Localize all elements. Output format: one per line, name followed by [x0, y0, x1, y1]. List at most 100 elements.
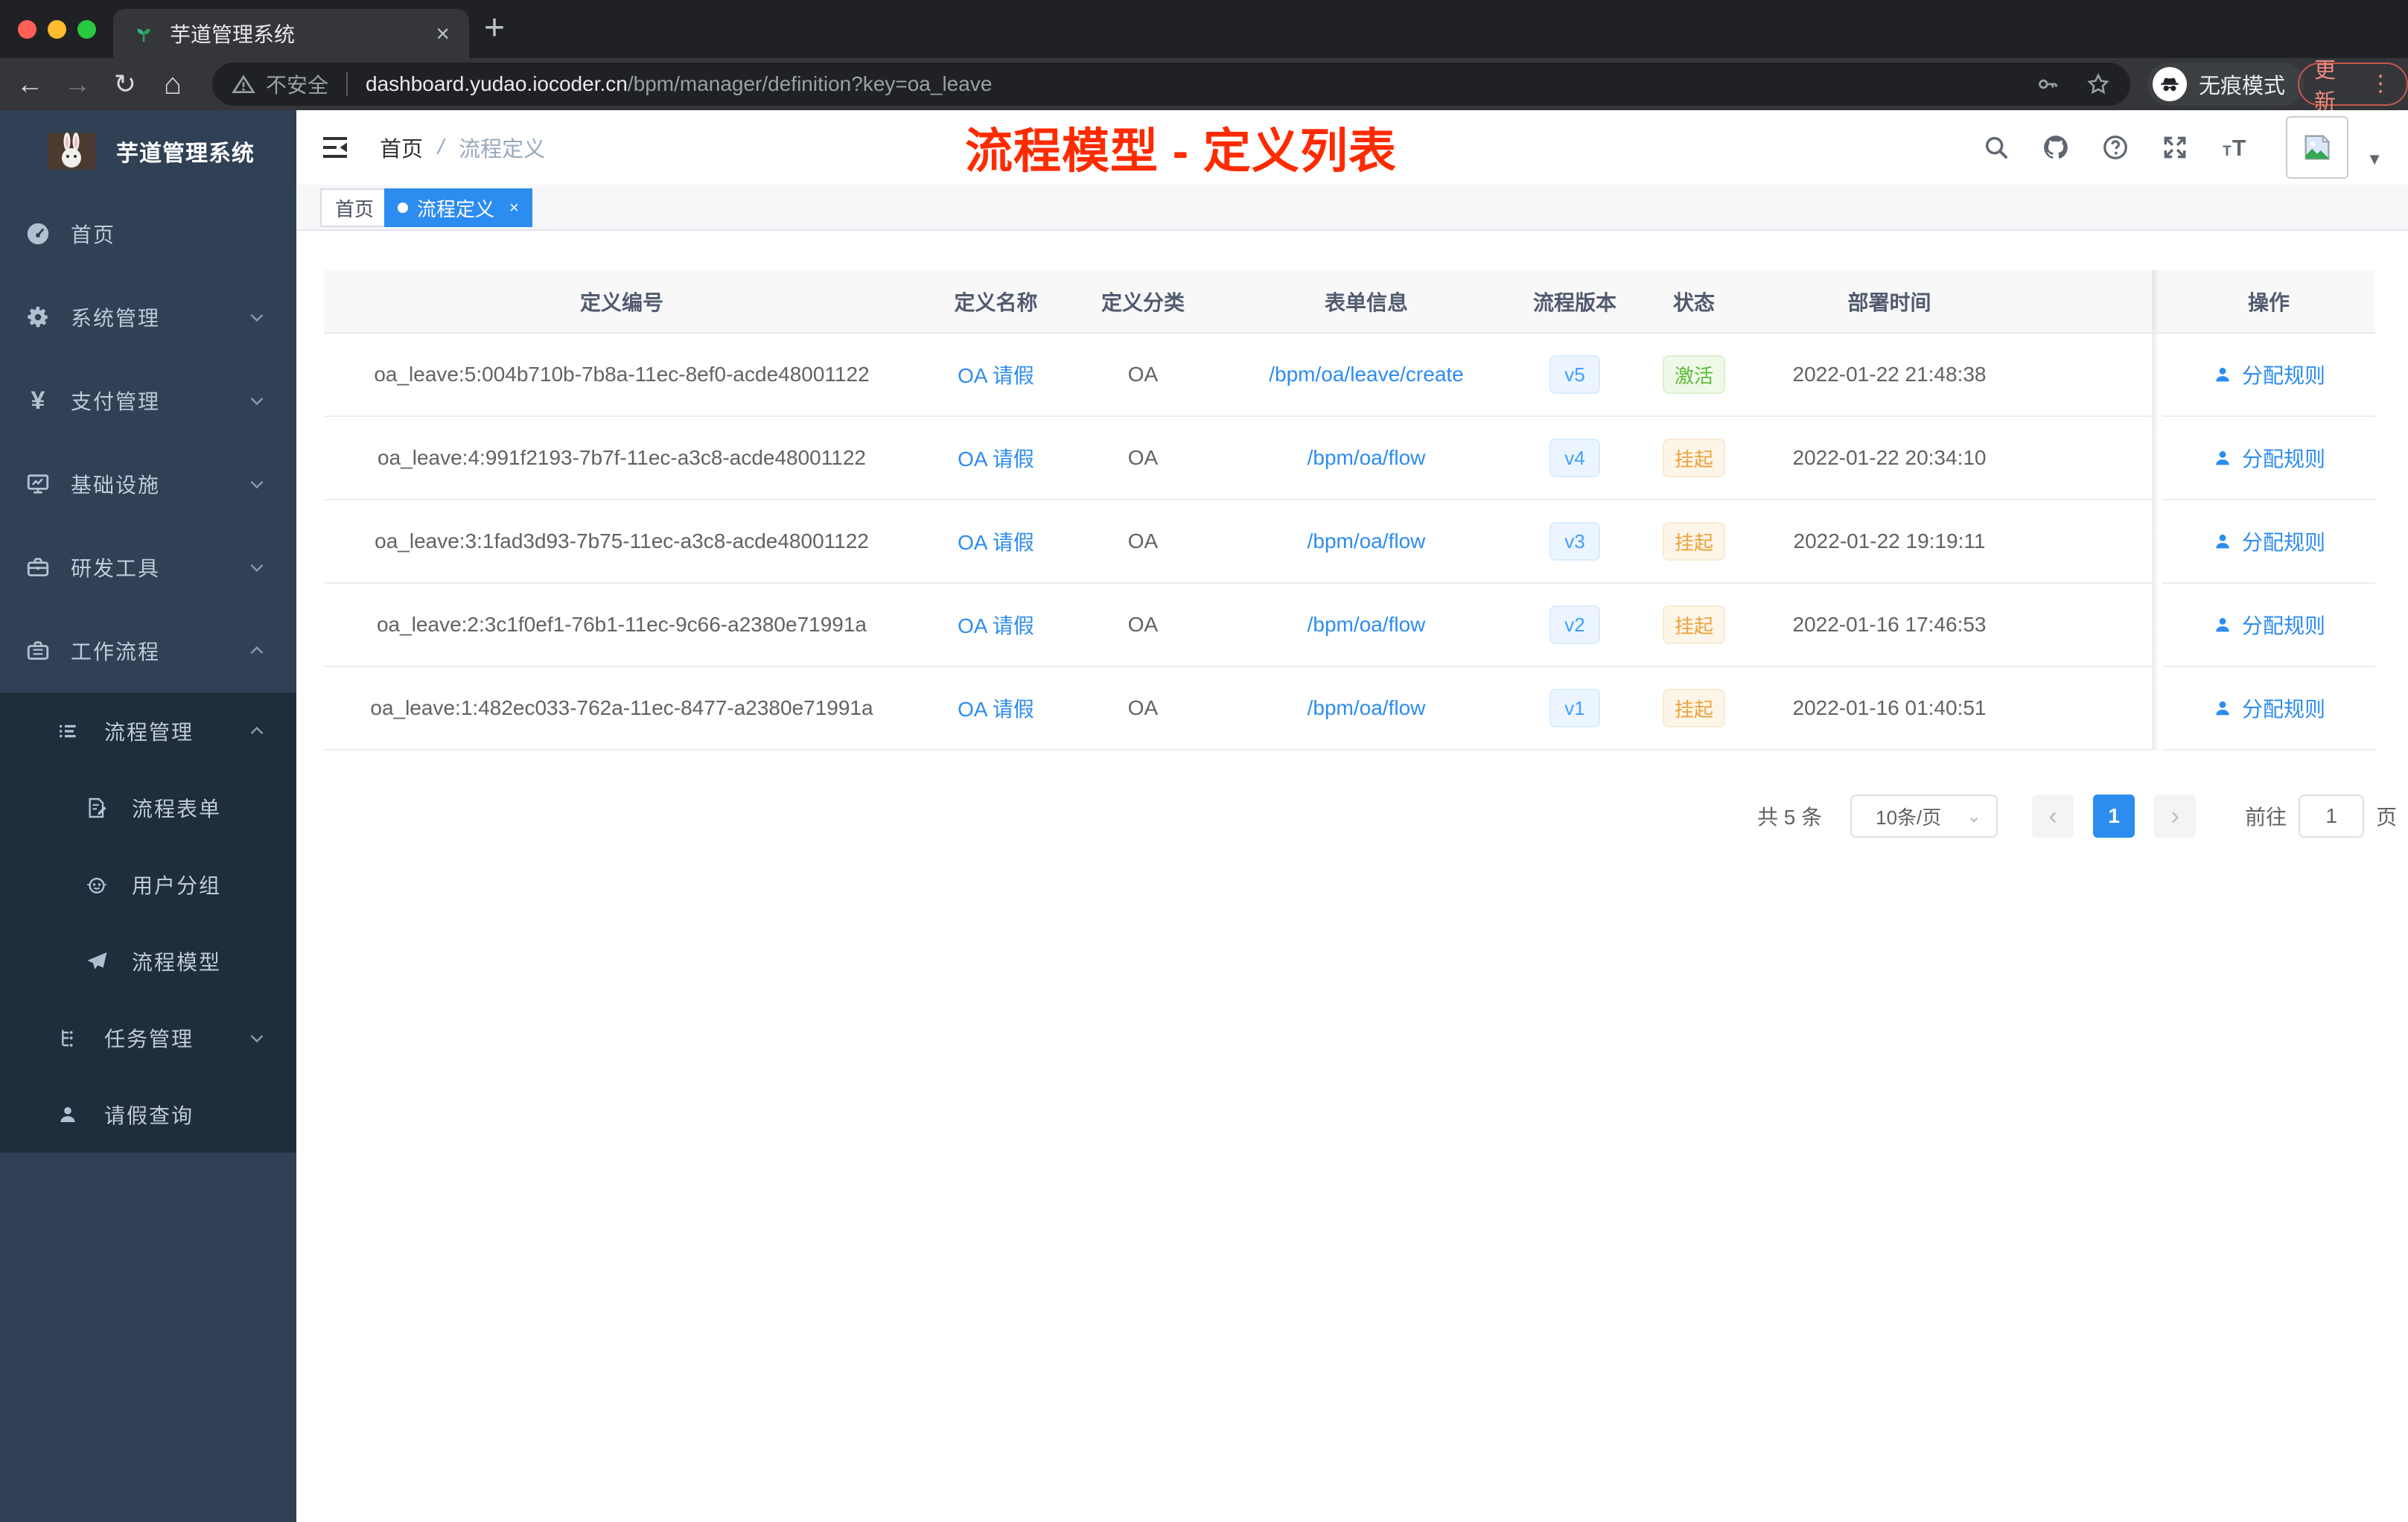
assign-rule-button[interactable]: 分配规则	[2212, 443, 2325, 473]
form-link[interactable]: /bpm/oa/flow	[1307, 529, 1426, 553]
browser-menu-icon[interactable]: ⋮	[2369, 73, 2392, 95]
chevron-down-icon	[250, 1034, 264, 1042]
tree-icon	[62, 1029, 73, 1047]
pagination: 共 5 条 10条/页 ⌄ ‹ 1 › 前往 页	[1757, 794, 2397, 838]
page-size-select[interactable]: 10条/页 ⌄	[1850, 795, 1998, 838]
tab-close-icon[interactable]: ×	[436, 22, 450, 45]
form-link[interactable]: /bpm/oa/leave/create	[1269, 363, 1464, 386]
tag-home[interactable]: 首页	[320, 188, 389, 227]
tag-close-icon[interactable]: ×	[509, 198, 519, 217]
sidebar-item-label: 研发工具	[71, 557, 161, 580]
status-badge: 激活	[1662, 355, 1725, 394]
tag-process-definition[interactable]: 流程定义 ×	[384, 188, 532, 227]
traffic-zoom-button[interactable]	[77, 20, 96, 39]
col-header-form: 表单信息	[1214, 270, 1519, 334]
col-header-action: 操作	[2162, 270, 2375, 334]
sidebar-logo[interactable]: 芋道管理系统	[0, 110, 296, 192]
definition-name-link[interactable]: OA 请假	[958, 443, 1034, 473]
font-size-icon[interactable]: T T	[2220, 133, 2249, 162]
github-icon[interactable]	[2042, 133, 2070, 162]
sidebar-item-label: 系统管理	[71, 307, 161, 330]
col-header-filler	[2022, 270, 2152, 334]
paper-plane-icon	[87, 952, 107, 969]
sidebar-item-label: 请假查询	[104, 1104, 194, 1127]
broken-image-icon	[2305, 134, 2331, 160]
key-icon[interactable]	[2035, 71, 2060, 97]
sidebar-item-user-group[interactable]: 用户分组	[0, 846, 296, 923]
definition-name-link[interactable]: OA 请假	[958, 526, 1034, 556]
prev-page-button[interactable]: ‹	[2032, 795, 2074, 838]
incognito-badge: 无痕模式	[2147, 63, 2305, 106]
col-header-category: 定义分类	[1072, 270, 1214, 334]
sidebar-toggle-icon[interactable]	[320, 133, 350, 162]
incognito-label: 无痕模式	[2199, 74, 2286, 98]
chevron-down-icon	[250, 313, 264, 322]
assign-rule-button[interactable]: 分配规则	[2212, 693, 2325, 723]
traffic-minimize-button[interactable]	[48, 20, 66, 39]
tab-title: 芋道管理系统	[170, 23, 296, 46]
bookmark-star-icon[interactable]	[2086, 71, 2111, 97]
fullscreen-icon[interactable]	[2161, 133, 2189, 162]
divider	[346, 72, 348, 96]
chevron-up-icon	[250, 726, 264, 734]
avatar-caret-icon[interactable]: ▼	[2366, 150, 2383, 169]
definition-id: oa_leave:1:482ec033-762a-11ec-8477-a2380…	[324, 667, 920, 751]
svg-text:T: T	[2223, 144, 2232, 159]
sidebar-item-devtools[interactable]: 研发工具	[0, 526, 296, 609]
chevron-up-icon	[250, 646, 264, 655]
definition-name-link[interactable]: OA 请假	[958, 360, 1034, 389]
assign-rule-button[interactable]: 分配规则	[2212, 360, 2325, 389]
reload-button[interactable]: ↻	[104, 58, 146, 110]
assign-rule-button[interactable]: 分配规则	[2212, 526, 2325, 556]
navbar-actions: T T ▼	[1982, 110, 2383, 185]
browser-tab[interactable]: 芋道管理系统 ×	[113, 9, 469, 58]
back-button[interactable]: ←	[9, 58, 51, 110]
sidebar-item-home[interactable]: 首页	[0, 192, 296, 276]
robot-face-icon	[87, 877, 106, 894]
definition-category: OA	[1072, 500, 1214, 584]
help-icon[interactable]	[2101, 133, 2130, 162]
sidebar-item-label: 流程管理	[104, 720, 194, 744]
sidebar-item-system[interactable]: 系统管理	[0, 276, 296, 359]
sidebar: 芋道管理系统 首页 系统管理 ¥ 支付管理 基础设施 研发工具 工作流程 流程管…	[0, 110, 296, 1522]
home-button[interactable]: ⌂	[152, 58, 194, 110]
forward-button[interactable]: →	[57, 58, 98, 110]
breadcrumb-separator: /	[438, 135, 445, 159]
sidebar-item-workflow[interactable]: 工作流程	[0, 609, 296, 692]
sidebar-item-infrastructure[interactable]: 基础设施	[0, 442, 296, 526]
user-avatar[interactable]	[2286, 116, 2349, 179]
form-link[interactable]: /bpm/oa/flow	[1307, 696, 1426, 720]
chevron-down-icon	[250, 564, 264, 573]
sidebar-item-process-model[interactable]: 流程模型	[0, 923, 296, 999]
traffic-close-button[interactable]	[18, 20, 36, 39]
new-tab-button[interactable]: +	[484, 10, 505, 46]
goto-page-input[interactable]	[2299, 795, 2365, 838]
seedling-favicon-icon	[137, 28, 150, 42]
definition-name-link[interactable]: OA 请假	[958, 693, 1034, 723]
assign-rule-label: 分配规则	[2241, 448, 2325, 471]
table-header-row: 定义编号 定义名称 定义分类 表单信息 流程版本 状态 部署时间 操作	[324, 270, 2375, 334]
page-number-active[interactable]: 1	[2093, 795, 2135, 838]
browser-update-button[interactable]: 更新 ⋮	[2298, 59, 2408, 114]
definition-table: 定义编号 定义名称 定义分类 表单信息 流程版本 状态 部署时间 操作 oa_l…	[324, 270, 2375, 751]
goto-unit-label: 页	[2376, 806, 2398, 829]
monitor-icon	[27, 474, 49, 494]
col-header-time: 部署时间	[1757, 270, 2022, 334]
assign-rule-button[interactable]: 分配规则	[2212, 610, 2325, 640]
sidebar-item-task-management[interactable]: 任务管理	[0, 999, 296, 1076]
breadcrumb: 首页 / 流程定义	[380, 110, 545, 185]
search-icon[interactable]	[1982, 133, 2010, 162]
sidebar-item-payment[interactable]: ¥ 支付管理	[0, 359, 296, 442]
col-header-id: 定义编号	[324, 270, 920, 334]
address-bar[interactable]: 不安全 dashboard.yudao.iocoder.cn/bpm/manag…	[212, 63, 2130, 106]
sidebar-item-process-form[interactable]: 流程表单	[0, 769, 296, 846]
definition-id: oa_leave:3:1fad3d93-7b75-11ec-a3c8-acde4…	[324, 500, 920, 584]
breadcrumb-home[interactable]: 首页	[380, 132, 423, 163]
next-page-button[interactable]: ›	[2154, 795, 2197, 838]
definition-name-link[interactable]: OA 请假	[958, 610, 1034, 640]
form-link[interactable]: /bpm/oa/flow	[1307, 446, 1426, 470]
sidebar-item-label: 用户分组	[132, 873, 222, 897]
form-link[interactable]: /bpm/oa/flow	[1307, 613, 1426, 637]
sidebar-item-process-management[interactable]: 流程管理	[0, 692, 296, 769]
sidebar-item-leave-query[interactable]: 请假查询	[0, 1076, 296, 1153]
